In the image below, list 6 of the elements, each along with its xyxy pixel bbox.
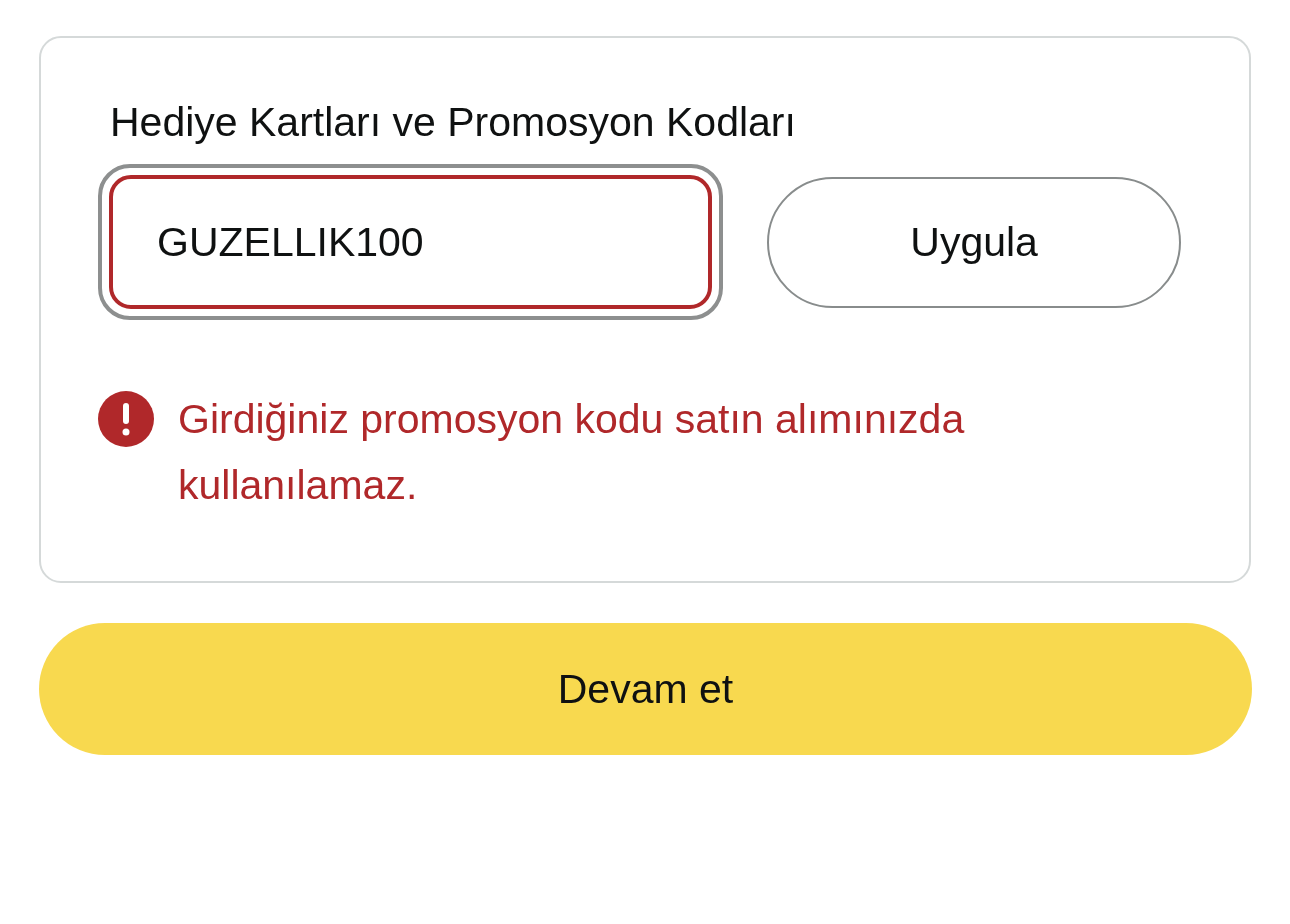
apply-button[interactable]: Uygula bbox=[767, 176, 1181, 308]
continue-button[interactable]: Devam et bbox=[39, 623, 1252, 755]
card-title: Hediye Kartları ve Promosyon Kodları bbox=[110, 98, 797, 147]
error-icon bbox=[98, 391, 154, 447]
error-message: Girdiğiniz promosyon kodu satın alımınızda kullanılamaz. bbox=[178, 395, 966, 510]
promo-code-field[interactable]: GUZELLIK100 bbox=[98, 164, 724, 320]
